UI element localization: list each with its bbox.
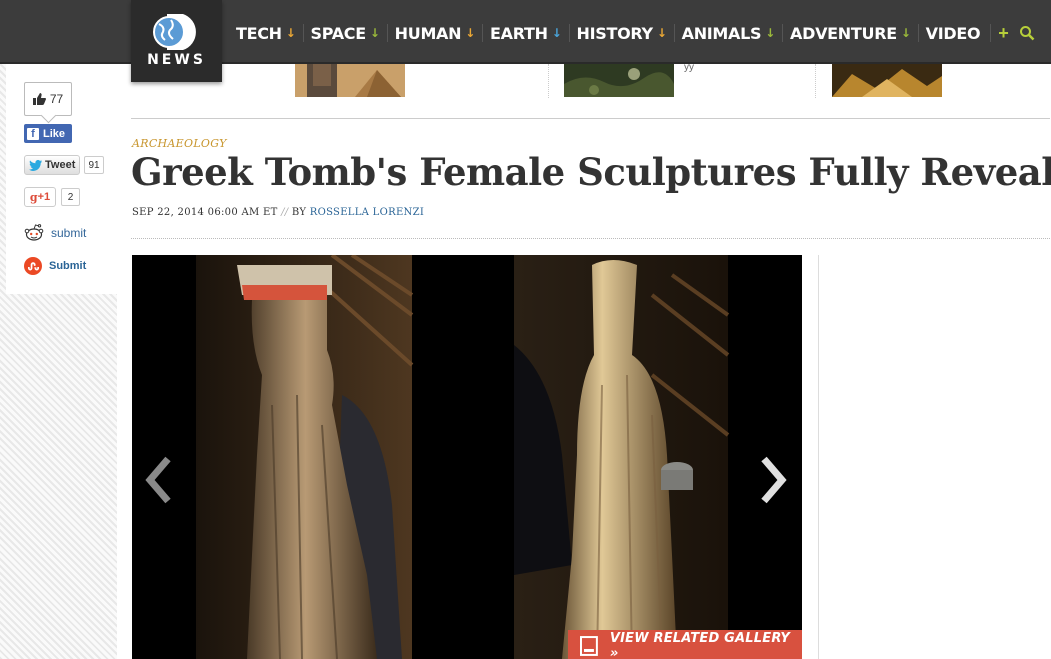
facebook-icon: f xyxy=(27,127,39,140)
nav-item-label: HISTORY xyxy=(576,23,654,43)
facebook-like-label: Like xyxy=(43,127,66,140)
nav-item-label: TECH xyxy=(236,23,282,43)
publish-date: SEP 22, 2014 06:00 AM ET xyxy=(132,207,278,218)
gplus-count: 2 xyxy=(61,188,80,206)
nav-separator xyxy=(782,24,784,42)
nav-item-history[interactable]: HISTORY ↓ xyxy=(577,24,674,43)
nav-item-animals[interactable]: ANIMALS ↓ xyxy=(682,24,782,43)
chevron-down-icon: ↓ xyxy=(465,26,476,40)
logo-wordmark: NEWS xyxy=(147,52,206,68)
nav-item-tech[interactable]: TECH ↓ xyxy=(236,24,303,43)
reddit-label: submit xyxy=(51,225,87,240)
content-sidebar-divider xyxy=(818,255,819,659)
gallery-next-arrow-icon[interactable] xyxy=(758,455,790,505)
nav-item-label: VIDEO xyxy=(925,23,981,43)
tweet-button[interactable]: Tweet xyxy=(24,155,80,175)
related-divider xyxy=(548,64,549,98)
nav-item-label: EARTH xyxy=(490,23,548,43)
thumbs-up-icon xyxy=(32,93,46,105)
gplus-button[interactable]: g +1 xyxy=(24,187,56,207)
chevron-down-icon: ↓ xyxy=(765,26,776,40)
gallery-icon xyxy=(580,636,598,656)
related-divider xyxy=(815,64,816,98)
chevron-down-icon: ↓ xyxy=(656,26,667,40)
facebook-like-button[interactable]: f Like xyxy=(24,124,72,143)
gallery-prev-arrow-icon[interactable] xyxy=(142,455,174,505)
like-count: 77 xyxy=(49,92,64,106)
nav-item-label: HUMAN xyxy=(394,23,462,43)
nav-separator xyxy=(302,24,304,42)
chevron-down-icon: ↓ xyxy=(900,26,911,40)
nav-separator xyxy=(990,24,992,42)
nav-item-label: SPACE xyxy=(310,23,367,43)
chevron-down-icon: ↓ xyxy=(369,26,380,40)
byline-separator: // xyxy=(281,207,289,218)
related-thumbnail-forest[interactable] xyxy=(564,64,674,97)
caryatid-statues-photo xyxy=(132,255,802,659)
stumbleupon-icon xyxy=(24,257,42,275)
search-icon[interactable] xyxy=(1019,25,1035,41)
gplus-label: +1 xyxy=(37,191,51,203)
gplus-icon: g xyxy=(29,190,38,204)
category-link[interactable]: ARCHAEOLOGY xyxy=(132,137,227,150)
nav-item-label: ANIMALS xyxy=(681,23,762,43)
chevron-down-icon: ↓ xyxy=(551,26,562,40)
nav-separator xyxy=(917,24,919,42)
nav-separator xyxy=(386,24,388,42)
nav-separator xyxy=(482,24,484,42)
discovery-globe-icon xyxy=(153,14,196,50)
nav-item-label: ADVENTURE xyxy=(790,23,897,43)
share-rail: 77 f Like Tweet 91 g +1 2 submit Submit xyxy=(6,64,117,294)
nav-item-video[interactable]: VIDEO xyxy=(926,24,981,43)
chevron-down-icon: ↓ xyxy=(285,26,296,40)
related-stories-strip: yy xyxy=(131,62,1050,119)
nav-separator xyxy=(673,24,675,42)
main-nav: TECH ↓ SPACE ↓ HUMAN ↓ EARTH ↓ HISTORY ↓ ANIMALS ↓ A… xyxy=(236,22,1035,44)
reddit-alien-icon xyxy=(24,224,44,241)
nav-item-earth[interactable]: EARTH ↓ xyxy=(490,24,569,43)
title-divider xyxy=(131,238,1050,239)
image-gallery: VIEW RELATED GALLERY » xyxy=(132,255,802,659)
related-thumbnail-pyramid[interactable] xyxy=(295,64,405,97)
nav-item-human[interactable]: HUMAN ↓ xyxy=(395,24,482,43)
tweet-count: 91 xyxy=(84,156,104,174)
author-link[interactable]: ROSSELLA LORENZI xyxy=(310,207,424,218)
tweet-label: Tweet xyxy=(45,159,76,171)
view-related-gallery-label: VIEW RELATED GALLERY » xyxy=(609,631,790,659)
view-related-gallery-button[interactable]: VIEW RELATED GALLERY » xyxy=(568,630,802,659)
byline: SEP 22, 2014 06:00 AM ET // BY ROSSELLA … xyxy=(132,207,424,218)
nav-item-space[interactable]: SPACE ↓ xyxy=(311,24,387,43)
discovery-news-logo[interactable]: NEWS xyxy=(131,0,222,82)
nav-item-adventure[interactable]: ADVENTURE ↓ xyxy=(790,24,918,43)
stumbleupon-submit[interactable]: Submit xyxy=(24,257,86,275)
article-title: Greek Tomb's Female Sculptures Fully Rev… xyxy=(131,150,1051,194)
like-count-box[interactable]: 77 xyxy=(24,82,72,116)
nav-more-plus-icon[interactable]: + xyxy=(998,23,1009,44)
related-thumbnail-golden[interactable] xyxy=(832,64,942,97)
byline-by: BY xyxy=(291,207,307,218)
reddit-submit[interactable]: submit xyxy=(24,224,86,241)
twitter-bird-icon xyxy=(29,159,42,171)
stumbleupon-label: Submit xyxy=(49,260,87,272)
nav-separator xyxy=(568,24,570,42)
